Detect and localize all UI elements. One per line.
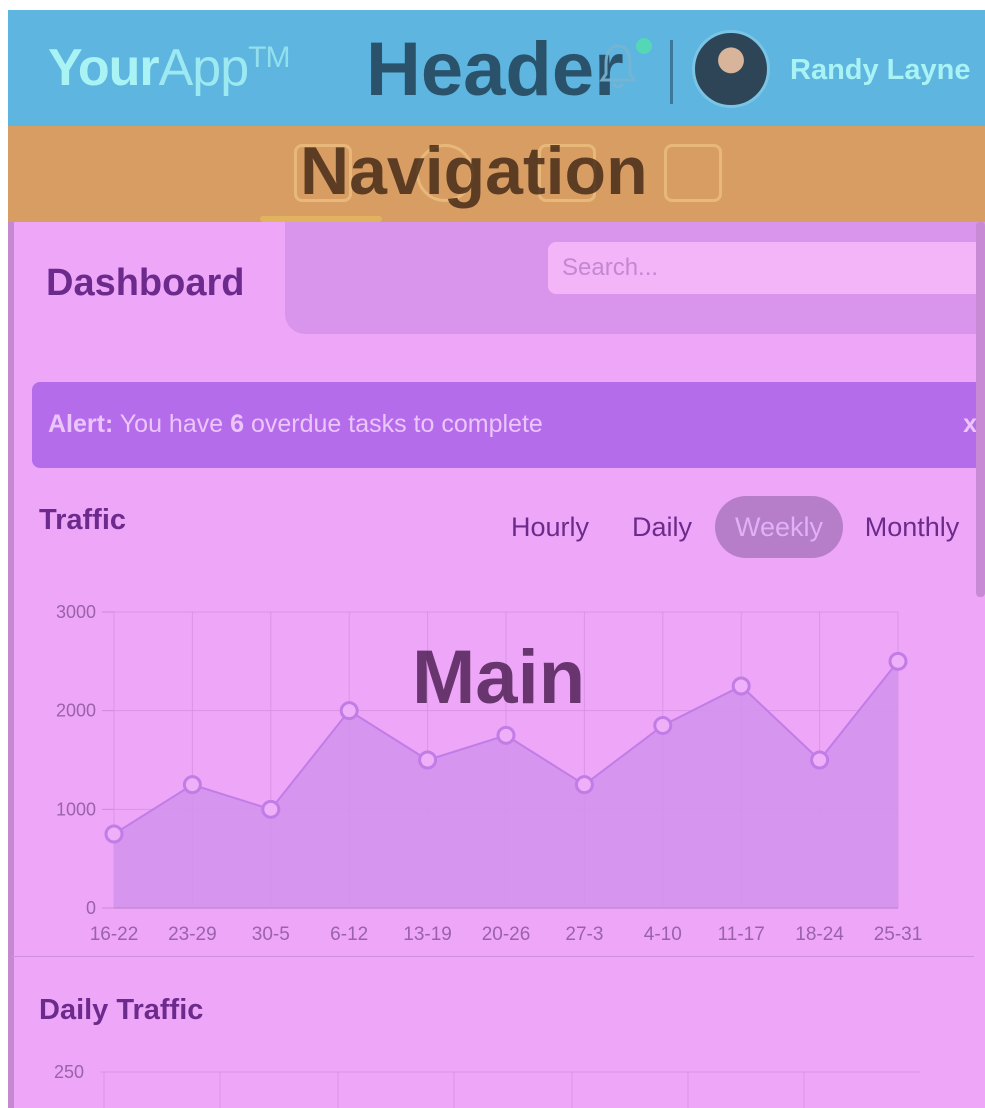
logo-bold: Your (48, 39, 160, 97)
x-tick-label: 16-22 (90, 924, 139, 945)
alert-close-button[interactable]: x (963, 410, 977, 439)
avatar[interactable] (692, 30, 770, 108)
traffic-point (339, 701, 359, 721)
tab-hourly[interactable]: Hourly (498, 496, 602, 558)
alert-after: overdue tasks to complete (250, 410, 543, 438)
traffic-point (574, 775, 594, 795)
section-divider (12, 956, 974, 957)
main: Dashboard Alert: You have 6 overdue task… (8, 222, 985, 1108)
bell-icon[interactable] (598, 40, 638, 90)
x-tick-label: 25-31 (874, 924, 923, 945)
user-name[interactable]: Randy Layne (790, 54, 971, 87)
daily-traffic-title: Daily Traffic (39, 994, 204, 1026)
tab-monthly[interactable]: Monthly (854, 496, 970, 558)
x-tick-label: 27-3 (565, 924, 603, 945)
header-divider (670, 40, 673, 104)
header-overlay-label: Header (366, 27, 624, 112)
header: YourAppTM Header Randy Layne (8, 10, 985, 126)
alert-label: Alert: (48, 410, 114, 438)
alert-banner: Alert: You have 6 overdue tasks to compl… (32, 382, 985, 468)
traffic-point (496, 725, 516, 745)
tab-daily[interactable]: Daily (622, 496, 702, 558)
traffic-point (182, 775, 202, 795)
search-panel (285, 222, 985, 334)
traffic-point (104, 824, 124, 844)
alert-before: You have (119, 410, 224, 438)
x-tick-label: 23-29 (168, 924, 217, 945)
alert-text: Alert: You have 6 overdue tasks to compl… (48, 410, 543, 439)
x-tick-label: 13-19 (403, 924, 452, 945)
scrollbar[interactable] (976, 222, 985, 597)
search-input[interactable] (548, 242, 985, 294)
y-tick-label: 2000 (56, 701, 96, 721)
x-tick-label: 4-10 (644, 924, 682, 945)
navigation: Navigation (8, 126, 985, 222)
x-tick-label: 20-26 (482, 924, 531, 945)
logo-light: App (158, 39, 250, 97)
page-title: Dashboard (46, 262, 245, 304)
y-tick-label: 0 (86, 898, 96, 918)
traffic-title: Traffic (39, 504, 127, 536)
logo-tm: TM (248, 40, 290, 74)
navigation-overlay-label: Navigation (300, 133, 648, 209)
x-tick-label: 18-24 (795, 924, 844, 945)
traffic-point (888, 651, 908, 671)
x-tick-label: 11-17 (718, 924, 765, 945)
y-tick-label: 3000 (56, 602, 96, 622)
tab-weekly[interactable]: Weekly (715, 496, 843, 558)
traffic-point (261, 799, 281, 819)
daily-y-tick: 250 (54, 1062, 84, 1082)
y-tick-label: 1000 (56, 799, 96, 819)
settings-icon[interactable] (664, 144, 722, 202)
x-tick-label: 6-12 (330, 924, 368, 945)
app-frame: YourAppTM Header Randy Layne Navigation … (8, 10, 985, 1108)
x-tick-label: 30-5 (252, 924, 290, 945)
alert-count: 6 (230, 410, 245, 438)
notification-dot (636, 38, 652, 54)
app-logo[interactable]: YourAppTM (48, 38, 290, 98)
main-overlay-label: Main (412, 635, 586, 720)
traffic-point (731, 676, 751, 696)
traffic-point (653, 715, 673, 735)
daily-traffic-chart: 250 (54, 1062, 920, 1108)
traffic-point (418, 750, 438, 770)
traffic-point (810, 750, 830, 770)
